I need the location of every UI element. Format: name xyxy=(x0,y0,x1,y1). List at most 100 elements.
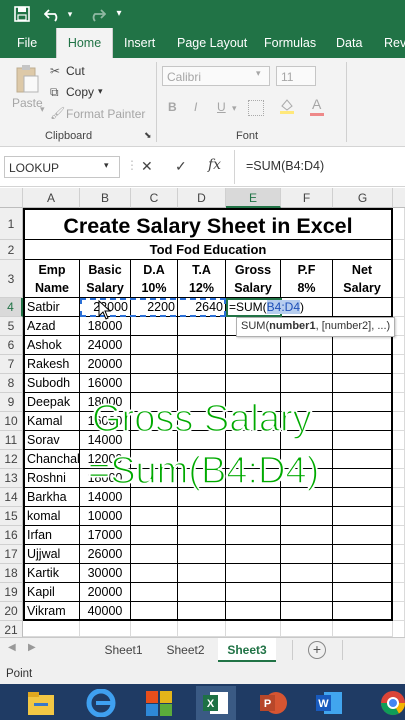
scroll-left-icon[interactable]: ◀ xyxy=(8,642,16,653)
cancel-icon[interactable]: ✕ xyxy=(141,158,153,175)
tab-file[interactable]: File xyxy=(17,28,37,58)
net-salary-cell[interactable] xyxy=(333,450,393,469)
fill-color-icon[interactable] xyxy=(280,98,294,114)
column-header-c[interactable]: C xyxy=(131,188,178,208)
pf-cell[interactable] xyxy=(281,526,333,545)
column-header-a[interactable]: A xyxy=(23,188,80,208)
employee-name-cell[interactable]: Vikram xyxy=(23,602,80,621)
sheet-subtitle[interactable]: Tod Fod Education xyxy=(23,240,393,260)
pf-cell[interactable] xyxy=(281,355,333,374)
column-header-d[interactable]: D xyxy=(178,188,226,208)
copy-dropdown-icon[interactable]: ▾ xyxy=(98,86,103,97)
store-apps-icon[interactable] xyxy=(144,689,174,717)
new-sheet-icon[interactable]: + xyxy=(308,641,326,659)
ta-cell[interactable] xyxy=(178,374,226,393)
tab-page-layout[interactable]: Page Layout xyxy=(177,28,247,58)
employee-name-cell[interactable]: Kapil xyxy=(23,583,80,602)
employee-name-cell[interactable]: Sorav xyxy=(23,431,80,450)
grid-cell[interactable] xyxy=(226,621,281,637)
ta-cell[interactable] xyxy=(178,317,226,336)
sheet-tab-sheet1[interactable]: Sheet1 xyxy=(96,638,151,662)
powerpoint-icon[interactable]: P xyxy=(258,689,288,717)
tab-data[interactable]: Data xyxy=(336,28,362,58)
da-cell[interactable] xyxy=(131,545,178,564)
tab-formulas[interactable]: Formulas xyxy=(264,28,316,58)
grid-cell[interactable] xyxy=(393,526,405,545)
paste-button[interactable]: Paste xyxy=(12,96,43,110)
employee-name-cell[interactable]: Barkha xyxy=(23,488,80,507)
edge-browser-icon[interactable] xyxy=(86,688,116,718)
customize-icon[interactable]: ▾ xyxy=(112,0,126,28)
da-cell[interactable] xyxy=(131,336,178,355)
grid-cell[interactable] xyxy=(393,355,405,374)
ta-cell[interactable] xyxy=(178,336,226,355)
net-salary-cell[interactable] xyxy=(333,583,393,602)
paste-dropdown-icon[interactable]: ▾ xyxy=(40,104,45,115)
scroll-right-icon[interactable]: ▶ xyxy=(28,642,36,653)
pf-cell[interactable] xyxy=(281,507,333,526)
row-header-16[interactable]: 16 xyxy=(0,526,23,545)
font-size-box[interactable]: 11 xyxy=(276,66,316,86)
employee-name-cell[interactable]: Azad xyxy=(23,317,80,336)
da-cell[interactable] xyxy=(131,602,178,621)
active-cell-e4[interactable]: =SUM(B4:D4) xyxy=(226,298,304,317)
chrome-icon[interactable] xyxy=(378,689,405,717)
gross-salary-cell[interactable] xyxy=(226,583,281,602)
row-header-5[interactable]: 5 xyxy=(0,317,23,336)
net-salary-cell[interactable] xyxy=(333,602,393,621)
row-header-9[interactable]: 9 xyxy=(0,393,23,412)
employee-name-cell[interactable]: Deepak xyxy=(23,393,80,412)
net-salary-cell[interactable] xyxy=(333,469,393,488)
column-header-e[interactable]: E xyxy=(226,188,281,208)
file-explorer-icon[interactable] xyxy=(26,689,56,717)
grid-cell[interactable] xyxy=(178,621,226,637)
da-cell[interactable] xyxy=(131,564,178,583)
gross-salary-cell[interactable] xyxy=(226,336,281,355)
font-color-icon[interactable]: A xyxy=(312,96,321,112)
pf-cell[interactable] xyxy=(281,545,333,564)
da-cell[interactable] xyxy=(131,583,178,602)
tab-insert[interactable]: Insert xyxy=(124,28,155,58)
function-tooltip[interactable]: SUM(number1, [number2], ...) xyxy=(236,317,396,337)
basic-salary-cell[interactable]: 24000 xyxy=(80,336,131,355)
redo-icon[interactable] xyxy=(86,0,108,28)
header-cell-d[interactable]: T.A 12% xyxy=(178,260,226,298)
row-header-4[interactable]: 4 xyxy=(0,298,23,317)
employee-name-cell[interactable]: Satbir xyxy=(23,298,80,317)
save-icon[interactable] xyxy=(10,0,34,28)
cut-button[interactable]: Cut xyxy=(66,64,85,78)
sheet-tab-sheet2[interactable]: Sheet2 xyxy=(158,638,213,662)
insert-function-icon[interactable]: fx xyxy=(208,157,221,173)
tab-review[interactable]: Revi xyxy=(384,28,405,58)
bold-button[interactable]: B xyxy=(168,100,177,114)
employee-name-cell[interactable]: Roshni xyxy=(23,469,80,488)
header-cell-a[interactable]: Emp Name xyxy=(23,260,80,298)
grid-cell[interactable] xyxy=(393,431,405,450)
gross-salary-cell[interactable] xyxy=(226,602,281,621)
net-salary-cell[interactable] xyxy=(333,393,393,412)
word-icon[interactable]: W xyxy=(314,689,344,717)
row-header-6[interactable]: 6 xyxy=(0,336,23,355)
grid-cell[interactable] xyxy=(393,488,405,507)
row-header-17[interactable]: 17 xyxy=(0,545,23,564)
column-header-g[interactable]: G xyxy=(333,188,393,208)
basic-salary-cell[interactable]: 17000 xyxy=(80,526,131,545)
pf-cell[interactable] xyxy=(281,602,333,621)
net-salary-cell[interactable] xyxy=(333,431,393,450)
header-cell-c[interactable]: D.A 10% xyxy=(131,260,178,298)
row-header-10[interactable]: 10 xyxy=(0,412,23,431)
net-salary-cell[interactable] xyxy=(333,355,393,374)
gross-salary-cell[interactable] xyxy=(226,374,281,393)
grid-cell[interactable] xyxy=(80,621,131,637)
net-salary-cell[interactable] xyxy=(333,336,393,355)
tab-home[interactable]: Home xyxy=(56,28,113,58)
employee-name-cell[interactable]: komal xyxy=(23,507,80,526)
employee-name-cell[interactable]: Irfan xyxy=(23,526,80,545)
clipboard-launcher-icon[interactable]: ⬊ xyxy=(144,130,152,141)
column-header-h[interactable] xyxy=(393,188,405,208)
grid-cell[interactable] xyxy=(23,621,80,637)
borders-icon[interactable] xyxy=(248,100,264,116)
grid-cell[interactable] xyxy=(393,602,405,621)
grid-cell[interactable] xyxy=(281,621,333,637)
row-header-20[interactable]: 20 xyxy=(0,602,23,621)
